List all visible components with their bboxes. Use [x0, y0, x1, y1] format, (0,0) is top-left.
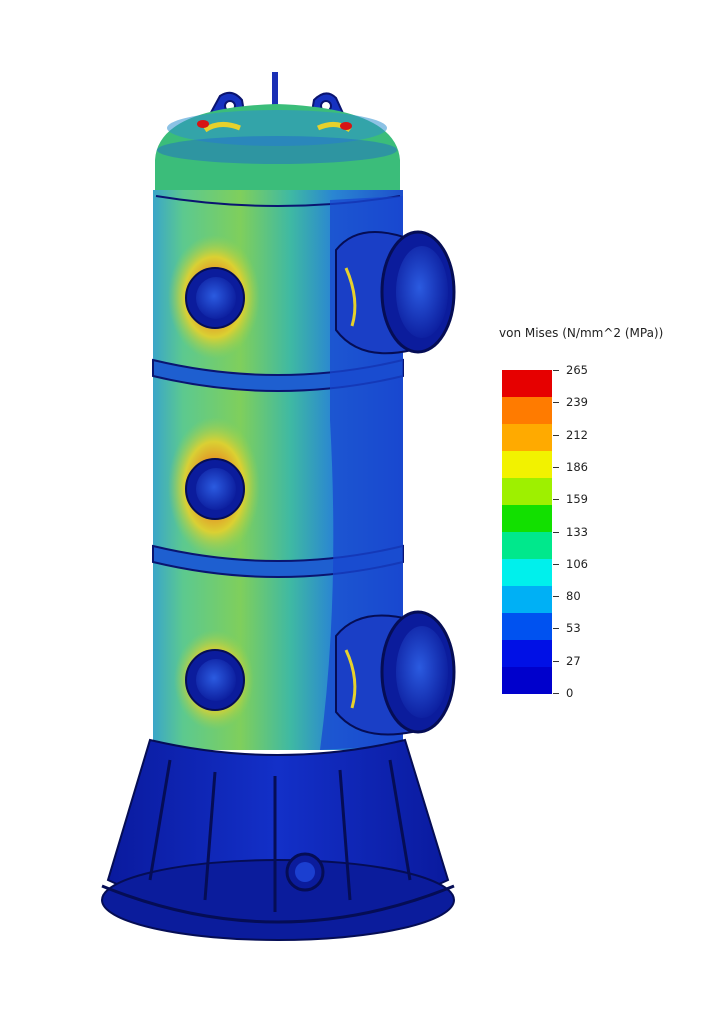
color-scale-tick-label: 239: [566, 395, 588, 410]
color-scale-tick-mark: [553, 499, 559, 501]
color-scale-band: [502, 397, 552, 424]
support-skirt: [101, 738, 455, 941]
legend-title: von Mises (N/mm^2 (MPa)): [499, 326, 664, 340]
color-scale-tick-label: 80: [566, 589, 581, 604]
color-scale-band: [502, 451, 552, 478]
color-scale-bar: [502, 370, 552, 694]
pressure-vessel-stress-model: [101, 72, 456, 941]
color-scale-tick-mark: [553, 466, 559, 468]
color-scale-tick-mark: [553, 563, 559, 565]
color-scale-band: [502, 640, 552, 667]
color-scale-band: [502, 478, 552, 505]
color-scale-tick-mark: [553, 628, 559, 630]
color-scale-tick-label: 0: [566, 686, 574, 700]
color-scale-tick-label: 265: [566, 363, 588, 377]
color-scale-band: [502, 370, 552, 397]
color-scale-band: [502, 532, 552, 559]
color-scale-band: [502, 505, 552, 532]
color-scale-tick-label: 106: [566, 556, 588, 571]
color-scale-tick-label: 27: [566, 653, 581, 668]
color-scale-tick-mark: [553, 660, 559, 662]
top-head: [155, 104, 400, 196]
color-scale-tick-mark: [553, 370, 559, 371]
color-scale-band: [502, 424, 552, 451]
color-scale-band: [502, 586, 552, 613]
color-scale-tick-mark: [553, 531, 559, 533]
color-scale-tick-mark: [553, 434, 559, 436]
color-scale-tick-mark: [553, 402, 559, 404]
color-scale-tick-mark: [553, 693, 559, 694]
color-scale-band: [502, 559, 552, 586]
color-scale-tick-label: 133: [566, 524, 588, 539]
color-scale-tick-label: 212: [566, 427, 588, 442]
color-scale-band: [502, 613, 552, 640]
color-scale-tick-label: 159: [566, 492, 588, 507]
color-scale-tick-label: 53: [566, 621, 581, 636]
color-scale-band: [502, 667, 552, 694]
color-scale-tick-mark: [553, 596, 559, 598]
color-scale-tick-label: 186: [566, 459, 588, 474]
